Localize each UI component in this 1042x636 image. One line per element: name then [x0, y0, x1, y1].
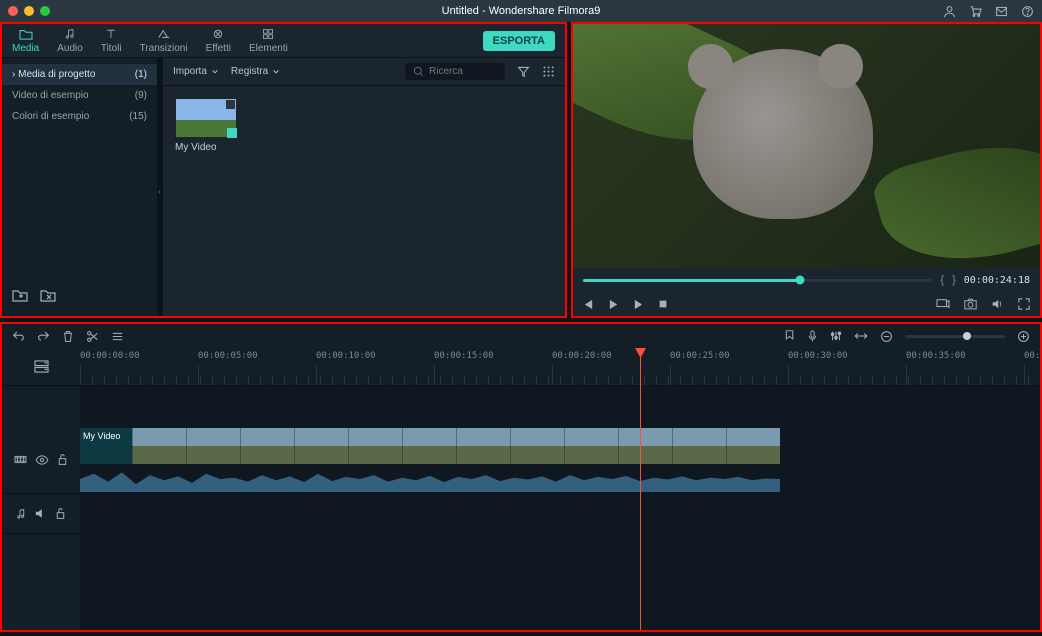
redo-button[interactable] — [37, 330, 50, 342]
search-box[interactable] — [405, 63, 505, 80]
volume-icon[interactable] — [991, 298, 1004, 310]
folder-icon — [19, 27, 33, 41]
preview-panel: {} 00:00:24:18 — [571, 22, 1042, 318]
ruler-tick: 00:00:10:00 — [316, 351, 376, 361]
search-icon — [413, 66, 424, 77]
playhead[interactable] — [640, 348, 641, 630]
seek-knob[interactable] — [795, 276, 804, 285]
filter-icon[interactable] — [517, 65, 530, 78]
video-track-head — [2, 426, 80, 494]
tab-elements[interactable]: Elementi — [249, 27, 288, 54]
cart-icon[interactable] — [968, 4, 982, 18]
ruler-tick: 00:00:25:00 — [670, 351, 730, 361]
add-folder-icon[interactable] — [12, 288, 28, 302]
waveform — [80, 466, 780, 492]
lock-toggle[interactable] — [57, 453, 68, 466]
effects-icon — [211, 27, 225, 41]
tab-transitions[interactable]: Transizioni — [140, 27, 188, 54]
tab-titles[interactable]: Titoli — [101, 27, 122, 54]
sidebar-item-sample-colors[interactable]: Colori di esempio(15) — [2, 106, 157, 127]
mute-toggle[interactable] — [35, 508, 47, 519]
zoom-knob[interactable] — [963, 332, 971, 340]
search-input[interactable] — [429, 66, 489, 77]
remove-folder-icon[interactable] — [40, 288, 56, 302]
chevron-down-icon — [272, 68, 280, 76]
media-sidebar: › Media di progetto(1) Video di esempio(… — [2, 58, 157, 316]
chevron-down-icon — [211, 68, 219, 76]
edit-icon[interactable] — [111, 331, 124, 342]
zoom-slider[interactable] — [905, 335, 1005, 338]
undo-button[interactable] — [12, 330, 25, 342]
filmstrip-icon — [14, 454, 27, 465]
elements-icon — [261, 27, 275, 41]
close-window-icon[interactable] — [8, 6, 18, 16]
snapshot-icon[interactable] — [964, 298, 977, 310]
mixer-icon[interactable] — [830, 330, 842, 342]
tab-audio[interactable]: Audio — [57, 27, 83, 54]
ruler-tick: 00:00:30:00 — [788, 351, 848, 361]
music-icon — [63, 27, 77, 41]
music-icon — [16, 508, 27, 520]
help-icon[interactable] — [1020, 4, 1034, 18]
timecode: 00:00:24:18 — [964, 275, 1030, 286]
media-clip[interactable]: My Video — [175, 98, 237, 153]
import-dropdown[interactable]: Importa — [173, 66, 219, 77]
clip-thumbnail — [175, 98, 237, 138]
ruler-tick: 00:00:20:00 — [552, 351, 612, 361]
tab-media[interactable]: Media — [12, 27, 39, 54]
video-badge-icon — [226, 100, 235, 109]
visibility-toggle[interactable] — [35, 455, 49, 465]
stop-button[interactable] — [658, 299, 668, 309]
voiceover-icon[interactable] — [807, 330, 818, 343]
fullscreen-icon[interactable] — [1018, 298, 1030, 310]
seek-bar[interactable] — [583, 279, 932, 282]
ruler-tick: 00:00:15:00 — [434, 351, 494, 361]
zoom-in-button[interactable] — [1017, 330, 1030, 343]
ruler-tick: 00:00:35:00 — [906, 351, 966, 361]
maximize-window-icon[interactable] — [40, 6, 50, 16]
sidebar-splitter[interactable]: ‹ — [157, 58, 163, 316]
text-icon — [104, 27, 118, 41]
split-button[interactable] — [86, 330, 99, 343]
video-track[interactable]: My Video — [80, 426, 1040, 494]
delete-button[interactable] — [62, 330, 74, 343]
quality-icon[interactable] — [936, 298, 950, 310]
marker-icon[interactable] — [784, 330, 795, 343]
next-frame-button[interactable] — [633, 299, 644, 310]
timeline-ruler[interactable]: 00:00:00:00 00:00:05:00 00:00:10:00 00:00:1… — [80, 348, 1040, 386]
sidebar-item-sample-video[interactable]: Video di esempio(9) — [2, 85, 157, 106]
main-tabbar: Media Audio Titoli Transizioni Effetti E… — [2, 24, 565, 58]
sidebar-item-project-media[interactable]: › Media di progetto(1) — [2, 64, 157, 85]
preview-viewport[interactable] — [573, 24, 1040, 268]
tab-effects[interactable]: Effetti — [206, 27, 231, 54]
timeline-clip[interactable]: My Video — [80, 428, 780, 464]
ruler-tick: 00:00:05:00 — [198, 351, 258, 361]
minimize-window-icon[interactable] — [24, 6, 34, 16]
manage-tracks-icon[interactable] — [34, 360, 49, 373]
prev-frame-button[interactable] — [583, 299, 594, 310]
window-title: Untitled - Wondershare Filmora9 — [442, 5, 601, 17]
ruler-tick: 00:00:40:00 — [1024, 351, 1040, 361]
zoom-out-button[interactable] — [880, 330, 893, 343]
media-panel: Media Audio Titoli Transizioni Effetti E… — [0, 22, 567, 318]
clip-label: My Video — [175, 142, 237, 153]
mail-icon[interactable] — [994, 4, 1008, 18]
fit-icon[interactable] — [854, 331, 868, 341]
ruler-tick: 00:00:00:00 — [80, 351, 140, 361]
play-button[interactable] — [608, 299, 619, 310]
media-toolbar: Importa Registra — [163, 58, 565, 86]
audio-track[interactable] — [80, 494, 1040, 534]
user-icon[interactable] — [942, 4, 956, 18]
timeline-panel: 00:00:00:00 00:00:05:00 00:00:10:00 00:00:1… — [0, 322, 1042, 632]
export-button[interactable]: ESPORTA — [483, 31, 555, 51]
record-dropdown[interactable]: Registra — [231, 66, 280, 77]
audio-track-head — [2, 494, 80, 534]
transitions-icon — [157, 27, 171, 41]
titlebar: Untitled - Wondershare Filmora9 — [0, 0, 1042, 22]
grid-view-icon[interactable] — [542, 65, 555, 78]
lock-toggle[interactable] — [55, 507, 66, 520]
